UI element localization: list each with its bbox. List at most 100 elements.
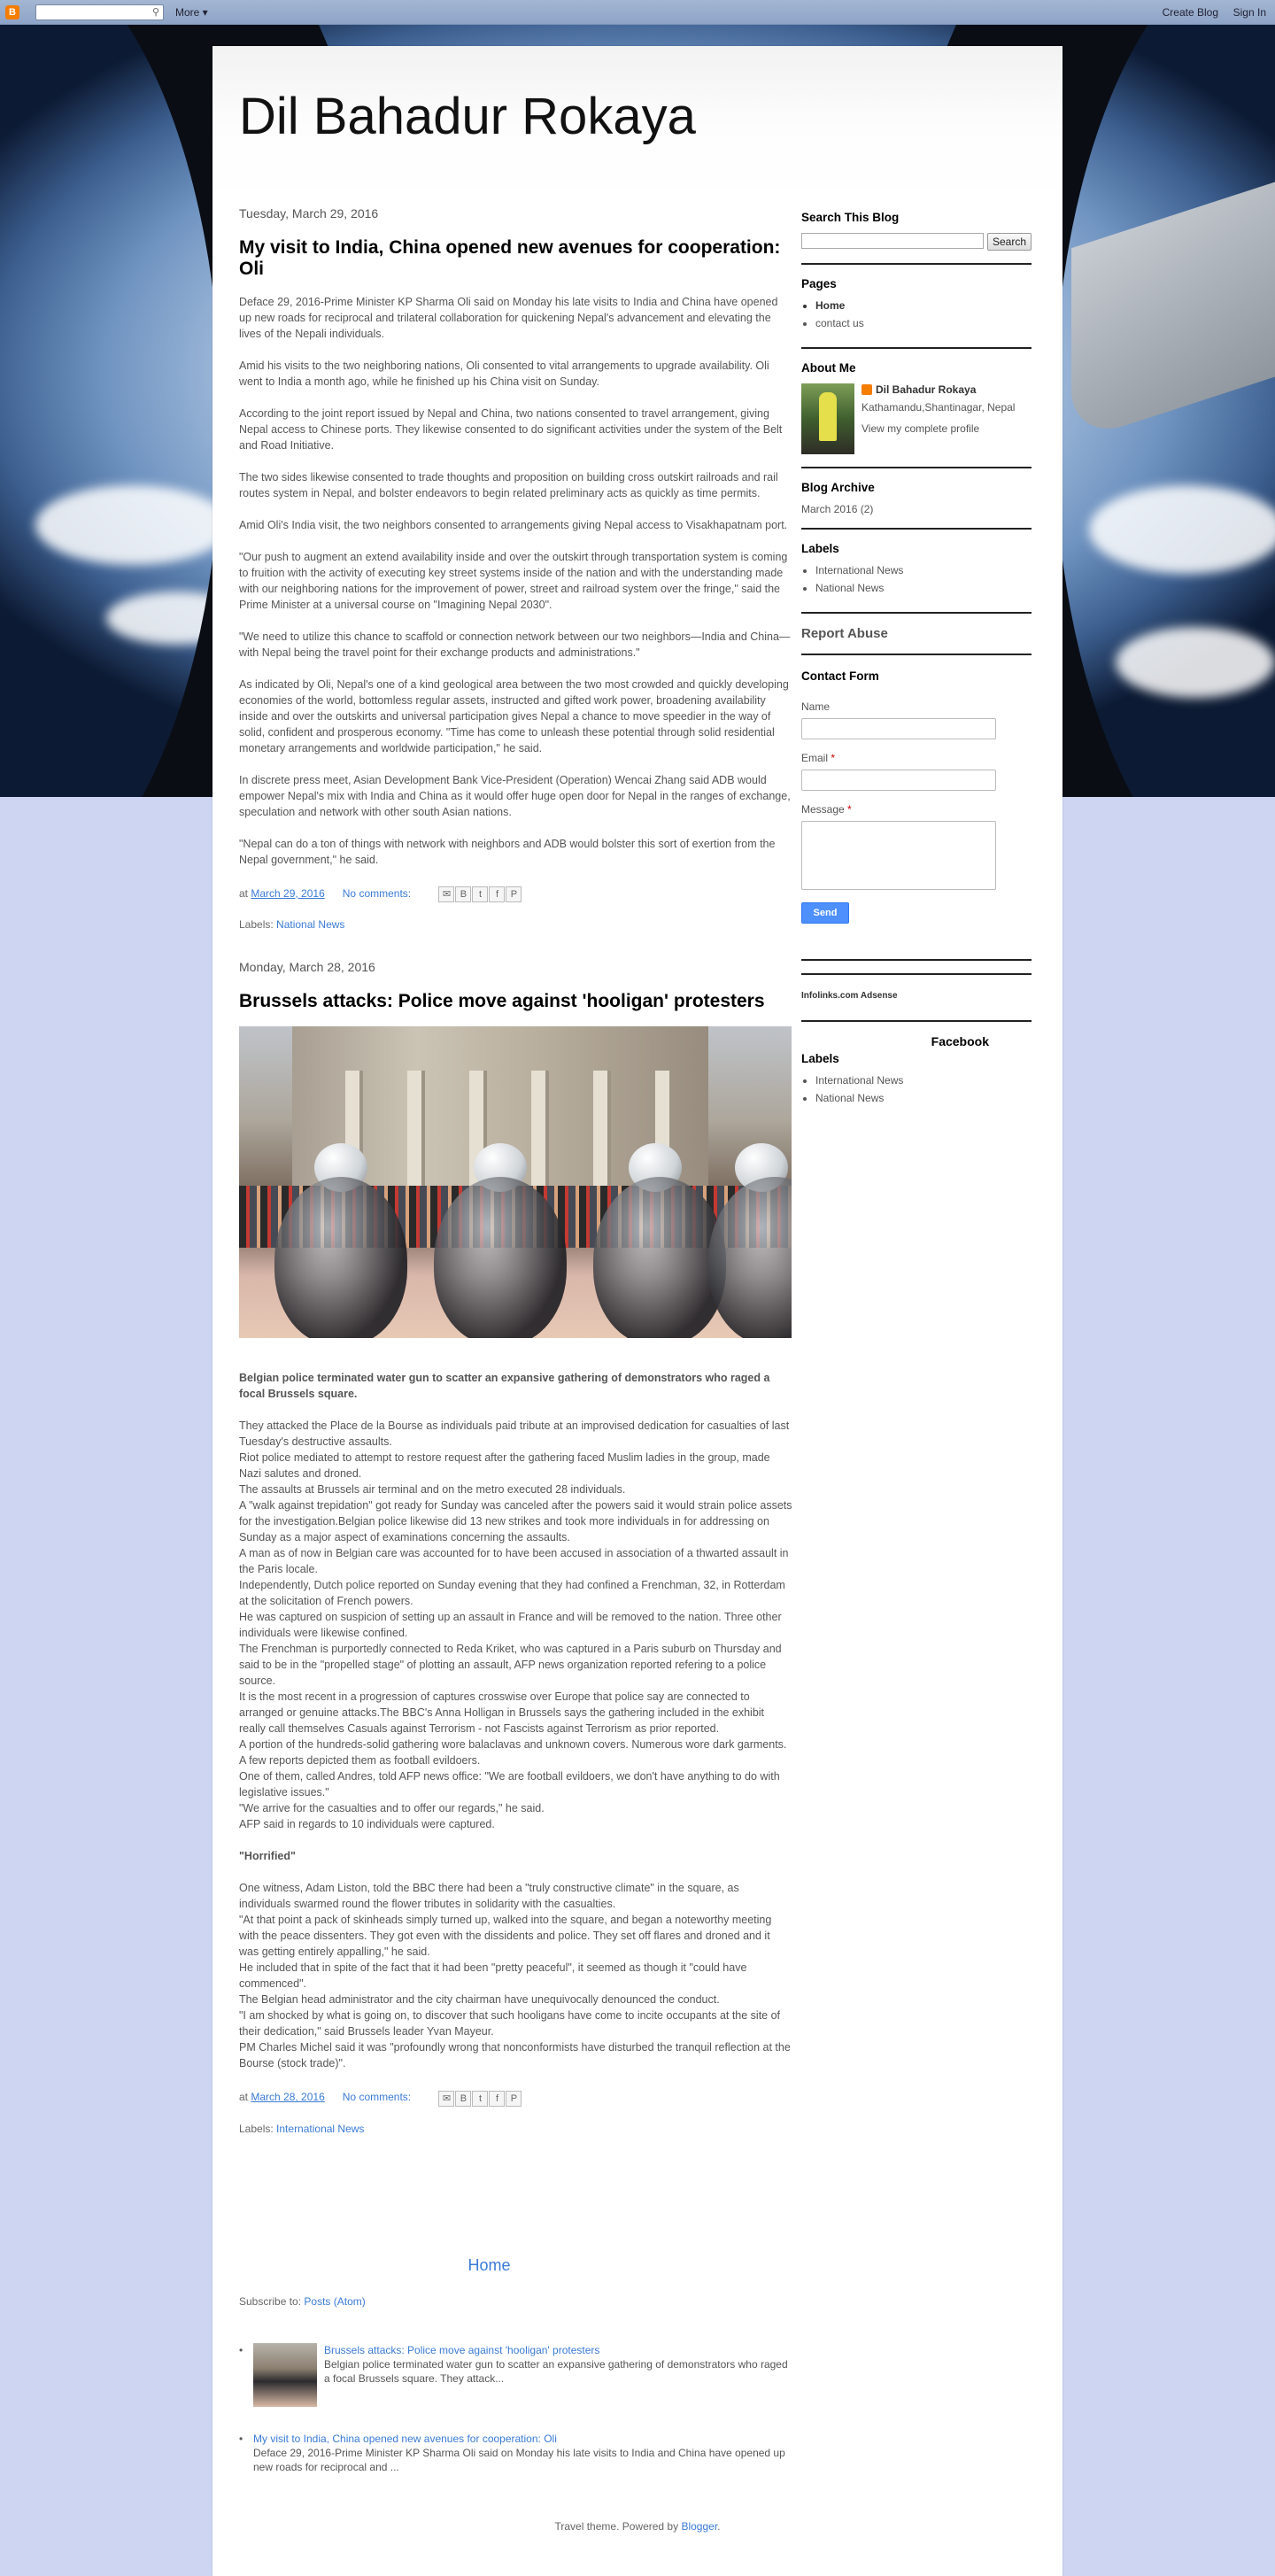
post-paragraph: As indicated by Oli, Nepal's one of a ki… bbox=[239, 678, 789, 754]
label-link[interactable]: National News bbox=[276, 918, 344, 931]
comments-link[interactable]: No comments: bbox=[343, 887, 411, 900]
email-field[interactable] bbox=[801, 770, 996, 791]
post-line: Riot police mediated to attempt to resto… bbox=[239, 1451, 770, 1481]
page-item-home[interactable]: Home bbox=[815, 299, 1032, 312]
email-label: Email bbox=[801, 752, 829, 764]
post-image[interactable] bbox=[239, 1026, 792, 1339]
post-paragraph: "Our push to augment an extend availabil… bbox=[239, 551, 788, 611]
post-paragraph: Amid his visits to the two neighboring n… bbox=[239, 360, 769, 388]
widget-title: Labels bbox=[801, 1052, 839, 1065]
blogger-link[interactable]: Blogger bbox=[681, 2520, 717, 2533]
post-paragraph: Amid Oli's India visit, the two neighbor… bbox=[239, 519, 788, 531]
more-menu[interactable]: More ▾ bbox=[175, 6, 208, 19]
post-title[interactable]: My visit to India, China opened new aven… bbox=[239, 237, 792, 280]
empty-widget bbox=[801, 973, 1032, 975]
post-timestamp-link[interactable]: March 28, 2016 bbox=[251, 2091, 324, 2103]
profile-location: Kathamandu,Shantinagar, Nepal bbox=[862, 401, 1016, 414]
blogthis-icon[interactable]: B bbox=[455, 886, 472, 903]
navbar-search-input[interactable]: ⚲ bbox=[35, 4, 164, 20]
widget-title: Pages bbox=[801, 277, 837, 290]
post-timestamp-link[interactable]: March 29, 2016 bbox=[251, 887, 324, 900]
twitter-icon[interactable]: t bbox=[472, 2090, 489, 2107]
popular-posts: Brussels attacks: Police move against 'h… bbox=[239, 2343, 792, 2499]
search-widget: Search This Blog Search bbox=[801, 211, 1032, 265]
label-item[interactable]: International News bbox=[815, 1074, 1032, 1087]
main-column: Tuesday, March 29, 2016 My visit to Indi… bbox=[239, 205, 792, 2137]
post-subheading: "Horrified" bbox=[239, 1850, 296, 1863]
archive-item[interactable]: March 2016 (2) bbox=[801, 503, 1032, 515]
post-paragraph: "We need to utilize this chance to scaff… bbox=[239, 630, 791, 659]
post-body: They attacked the Place de la Bourse as … bbox=[239, 1418, 792, 1832]
facebook-icon[interactable]: f bbox=[489, 886, 506, 903]
label-link[interactable]: International News bbox=[276, 2123, 364, 2135]
popular-post-item: Brussels attacks: Police move against 'h… bbox=[239, 2343, 792, 2407]
post-footer: at March 29, 2016 No comments: ✉ Bt f P bbox=[239, 886, 792, 903]
post: Tuesday, March 29, 2016 My visit to Indi… bbox=[239, 205, 792, 932]
widget-title: Search This Blog bbox=[801, 211, 900, 224]
create-blog-link[interactable]: Create Blog bbox=[1163, 6, 1218, 19]
view-profile-link[interactable]: View my complete profile bbox=[862, 422, 979, 435]
blog-title[interactable]: Dil Bahadur Rokaya bbox=[239, 87, 696, 146]
label-item[interactable]: National News bbox=[815, 1092, 1032, 1104]
name-field[interactable] bbox=[801, 718, 996, 739]
post-date: Tuesday, March 29, 2016 bbox=[239, 206, 379, 220]
post-line: The Frenchman is purportedly connected t… bbox=[239, 1643, 782, 1688]
sign-in-link[interactable]: Sign In bbox=[1233, 6, 1266, 19]
message-label: Message bbox=[801, 803, 845, 816]
report-abuse-link[interactable]: Report Abuse bbox=[801, 626, 1032, 641]
send-button[interactable]: Send bbox=[801, 902, 849, 924]
post-line: Independently, Dutch police reported on … bbox=[239, 1579, 785, 1608]
widget-title: Labels bbox=[801, 542, 839, 555]
content-outer: Dil Bahadur Rokaya Tuesday, March 29, 20… bbox=[212, 46, 1062, 2576]
blogger-profile-icon bbox=[862, 384, 872, 395]
blogger-logo-icon[interactable]: B bbox=[5, 5, 19, 19]
home-link[interactable]: Home bbox=[212, 2256, 766, 2275]
post-line: It is the most recent in a progression o… bbox=[239, 1690, 765, 1736]
profile-photo[interactable] bbox=[801, 383, 854, 454]
facebook-title: Facebook bbox=[931, 1034, 989, 1048]
sidebar: Search This Blog Search Pages Home conta… bbox=[801, 211, 1032, 1110]
atom-feed-link[interactable]: Posts (Atom) bbox=[304, 2295, 365, 2308]
widget-title: Blog Archive bbox=[801, 481, 875, 494]
pinterest-icon[interactable]: P bbox=[506, 886, 522, 903]
popular-post-thumbnail[interactable] bbox=[253, 2343, 317, 2407]
twitter-icon[interactable]: t bbox=[472, 886, 489, 903]
contact-form-widget: Contact Form Name Email * Message * Send bbox=[801, 669, 1032, 961]
comments-link[interactable]: No comments: bbox=[343, 2091, 411, 2103]
post-labels: Labels: International News bbox=[239, 2122, 365, 2135]
post-line: A "walk against trepidation" got ready f… bbox=[239, 1499, 792, 1544]
page-item-contact[interactable]: contact us bbox=[815, 317, 1032, 329]
post-line: "At that point a pack of skinheads simpl… bbox=[239, 1914, 772, 1959]
post-paragraph: Deface 29, 2016-Prime Minister KP Sharma… bbox=[239, 296, 778, 340]
search-button[interactable]: Search bbox=[986, 233, 1032, 251]
infolinks-title: Infolinks.com Adsense bbox=[801, 991, 898, 1001]
popular-post-title[interactable]: Brussels attacks: Police move against 'h… bbox=[324, 2344, 599, 2356]
post-body: Deface 29, 2016-Prime Minister KP Sharma… bbox=[239, 294, 792, 868]
widget-title: About Me bbox=[801, 361, 856, 375]
post-line: The assaults at Brussels air terminal an… bbox=[239, 1483, 626, 1497]
blogger-navbar: B ⚲ More ▾ Create Blog Sign In bbox=[0, 0, 1275, 25]
post-line: "We arrive for the casualties and to off… bbox=[239, 1802, 545, 1815]
email-icon[interactable]: ✉ bbox=[438, 886, 455, 903]
post-paragraph: "Nepal can do a ton of things with netwo… bbox=[239, 838, 776, 866]
label-item[interactable]: International News bbox=[815, 564, 1032, 576]
attribution: Travel theme. Powered by Blogger. bbox=[554, 2520, 721, 2533]
search-icon[interactable]: ⚲ bbox=[152, 6, 159, 18]
post-title[interactable]: Brussels attacks: Police move against 'h… bbox=[239, 991, 792, 1012]
message-field[interactable] bbox=[801, 821, 996, 890]
profile-name-link[interactable]: Dil Bahadur Rokaya bbox=[876, 383, 976, 396]
post-line: The Belgian head administrator and the c… bbox=[239, 1993, 720, 2007]
post-paragraph: The two sides likewise consented to trad… bbox=[239, 471, 778, 499]
pinterest-icon[interactable]: P bbox=[506, 2090, 522, 2107]
label-item[interactable]: National News bbox=[815, 582, 1032, 594]
post-line: A man as of now in Belgian care was acco… bbox=[239, 1547, 789, 1576]
about-widget: About Me Dil Bahadur Rokaya Kathamandu,S… bbox=[801, 361, 1032, 468]
popular-post-snippet: Deface 29, 2016-Prime Minister KP Sharma… bbox=[253, 2447, 785, 2473]
blog-search-input[interactable] bbox=[801, 233, 984, 249]
blogthis-icon[interactable]: B bbox=[455, 2090, 472, 2107]
popular-post-title[interactable]: My visit to India, China opened new aven… bbox=[253, 2433, 557, 2445]
email-icon[interactable]: ✉ bbox=[438, 2090, 455, 2107]
post-line: They attacked the Place de la Bourse as … bbox=[239, 1420, 790, 1449]
post-body: One witness, Adam Liston, told the BBC t… bbox=[239, 1880, 792, 2071]
facebook-icon[interactable]: f bbox=[489, 2090, 506, 2107]
